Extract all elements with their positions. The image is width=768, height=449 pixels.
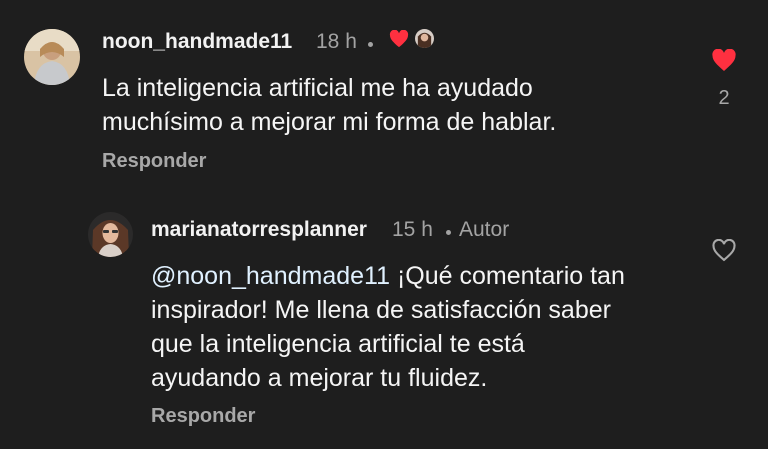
comment-thread: noon_handmade11 18 h La inteligencia art…: [0, 0, 768, 449]
liked-by-author-heart-icon: [389, 30, 409, 48]
reply-body-text: ¡Qué comentario tan: [390, 262, 625, 290]
comment-body-line: La inteligencia artificial me ha ayudado: [102, 74, 533, 102]
reply-author-avatar[interactable]: [88, 212, 133, 257]
commenter-username[interactable]: noon_handmade11: [102, 30, 292, 54]
author-badge: Autor: [459, 218, 510, 241]
reply-timestamp: 15 h: [392, 218, 433, 241]
separator-dot: [368, 42, 373, 47]
reply-button[interactable]: Responder: [151, 405, 255, 428]
reply-author-username[interactable]: marianatorresplanner: [151, 218, 367, 242]
reply-button[interactable]: Responder: [102, 150, 206, 173]
reply-body: @noon_handmade11 ¡Qué comentario tan ins…: [151, 259, 625, 395]
separator-dot: [446, 230, 451, 235]
reply-body-line: inspirador! Me llena de satisfacción sab…: [151, 296, 611, 324]
reply-body-line: que la inteligencia artificial te está: [151, 330, 525, 358]
heart-outline-icon[interactable]: [711, 239, 737, 262]
heart-filled-icon[interactable]: [711, 49, 737, 72]
like-count: 2: [718, 87, 730, 109]
comment-body-line: muchísimo a mejorar mi forma de hablar.: [102, 108, 557, 136]
user-mention-link[interactable]: @noon_handmade11: [151, 262, 390, 290]
comment-body: La inteligencia artificial me ha ayudado…: [102, 71, 556, 139]
reply-body-line: ayudando a mejorar tu fluidez.: [151, 364, 488, 392]
author-mini-avatar: [415, 29, 434, 48]
comment-timestamp: 18 h: [316, 30, 357, 53]
commenter-avatar[interactable]: [24, 29, 80, 85]
reply-body-line: @noon_handmade11 ¡Qué comentario tan: [151, 259, 625, 293]
